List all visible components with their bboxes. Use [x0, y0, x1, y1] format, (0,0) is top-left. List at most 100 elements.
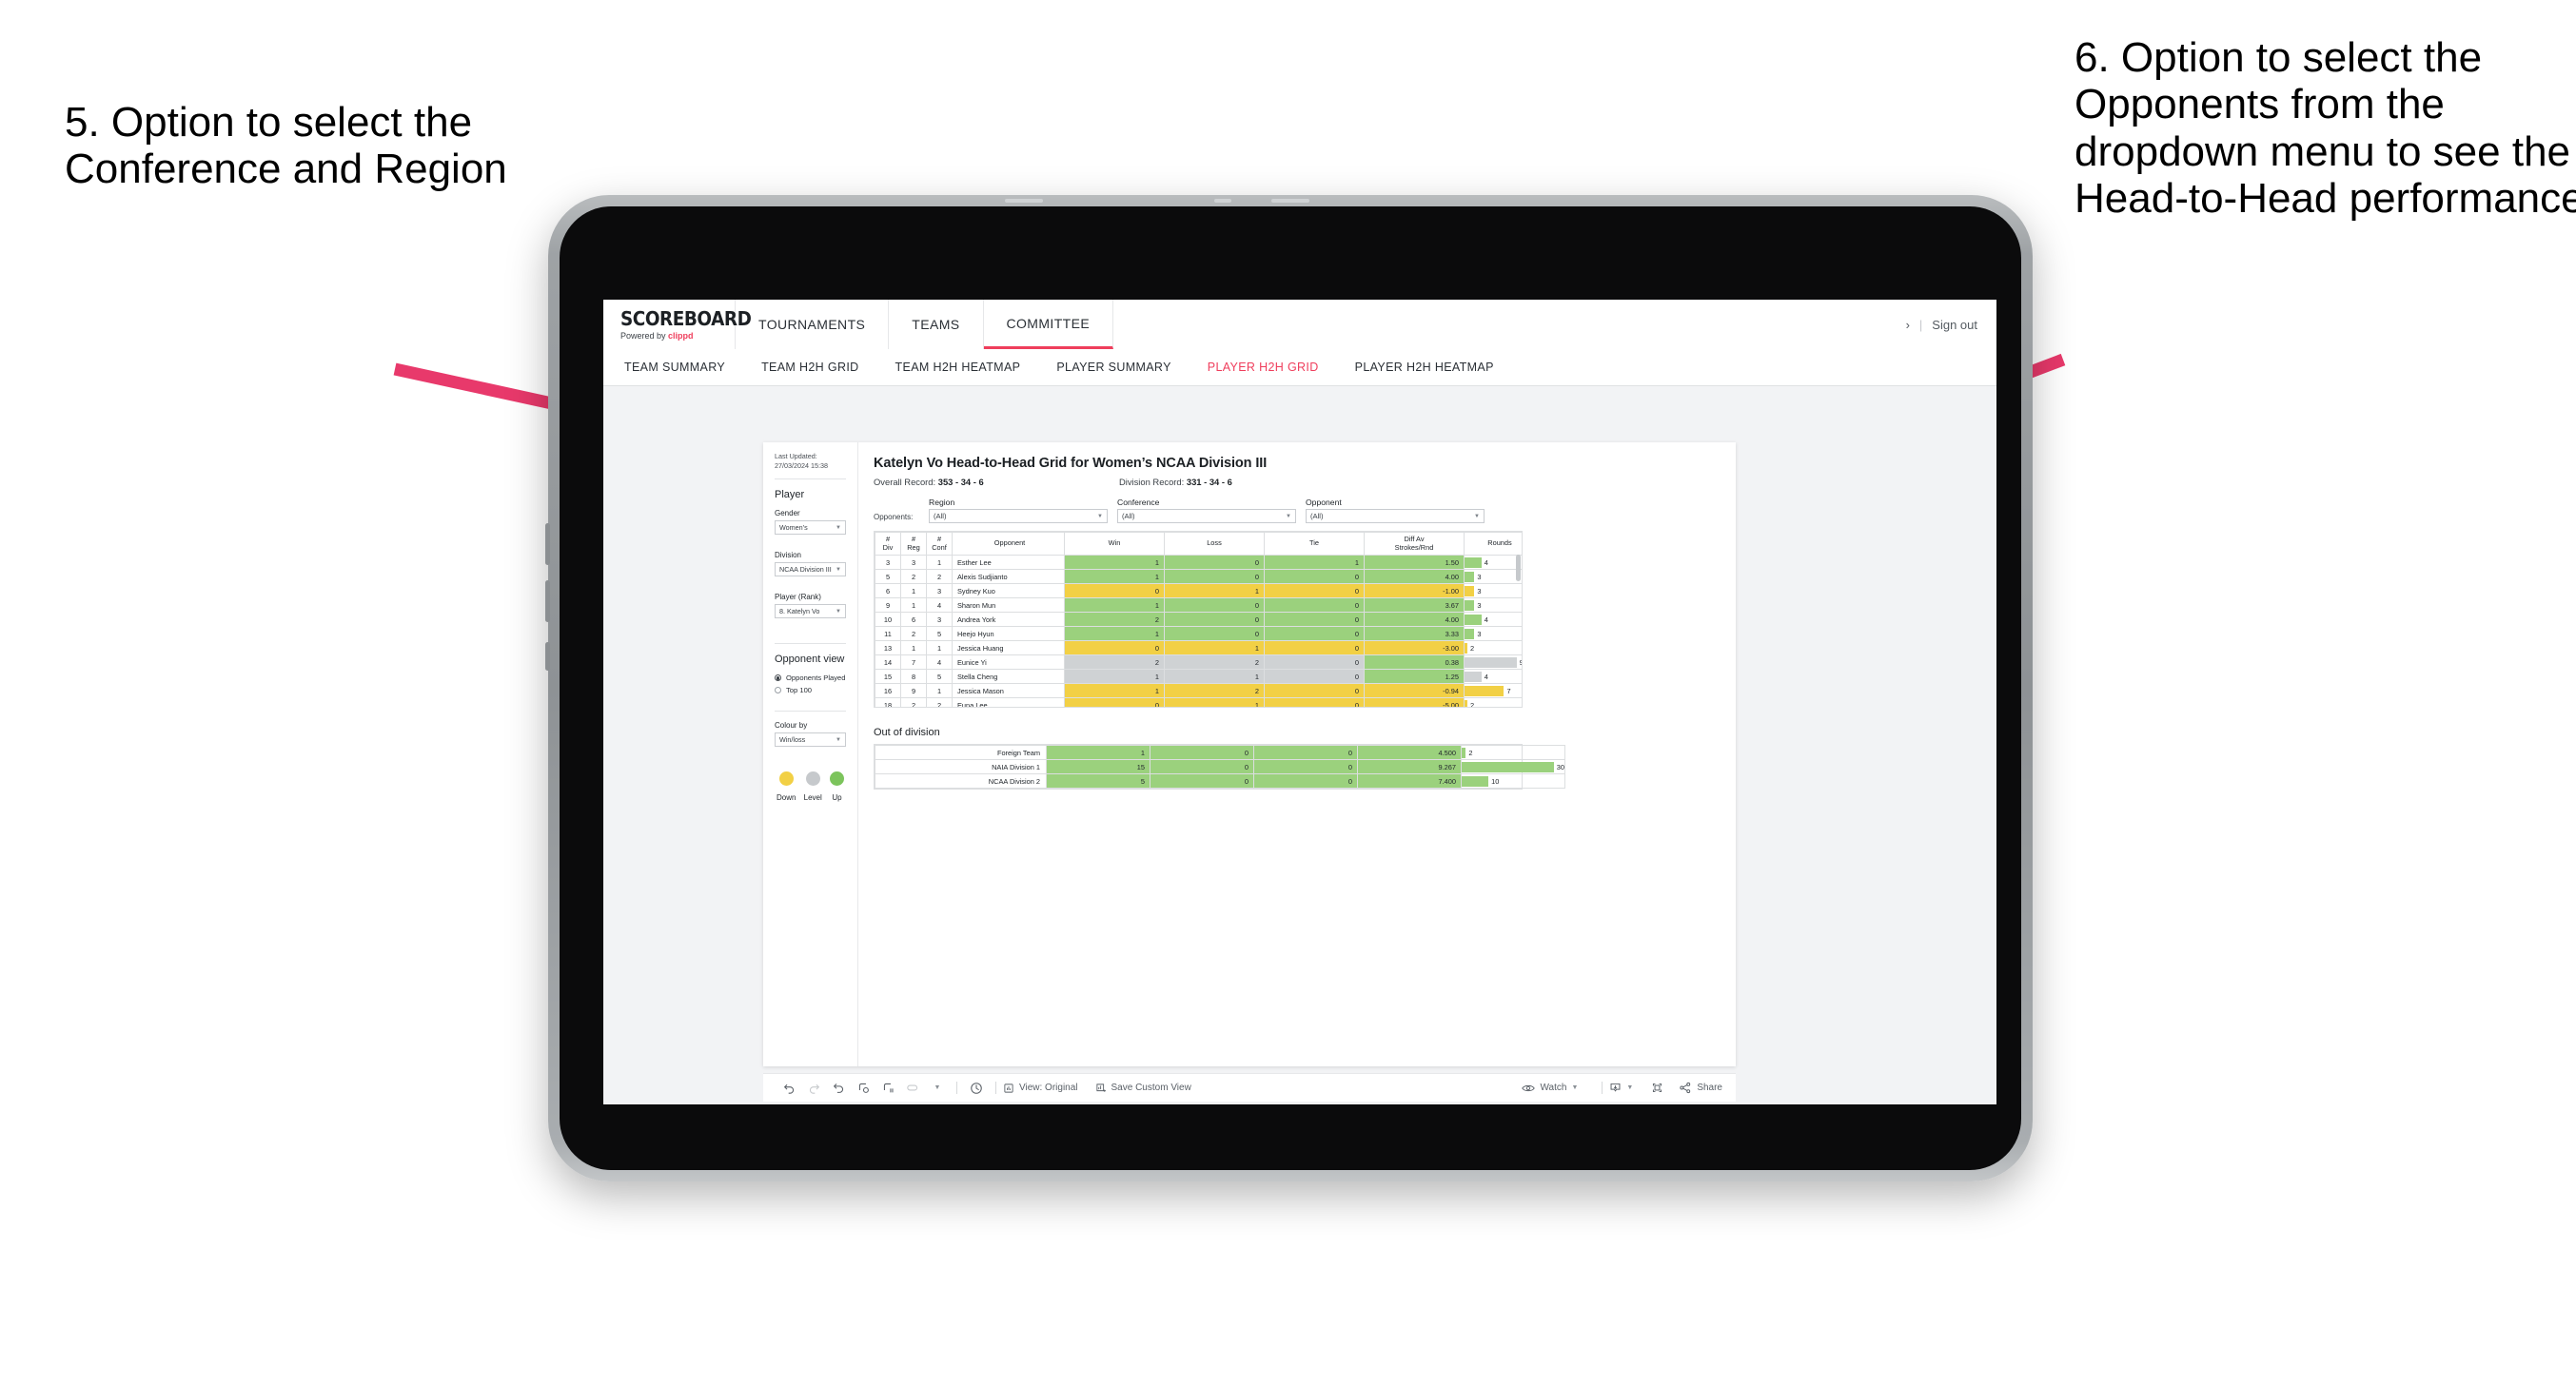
cell-loss: 1: [1164, 640, 1265, 656]
opponent-select[interactable]: (All) ▼: [1306, 509, 1485, 523]
fullscreen-icon[interactable]: [1644, 1082, 1669, 1094]
legend-label-up: Up: [832, 793, 842, 803]
cell-opponent: Euna Lee: [952, 697, 1065, 707]
table-row[interactable]: 18 2 2 Euna Lee 0 1 0 -5.00 2: [875, 697, 1522, 707]
table-row[interactable]: 10 6 3 Andrea York 2 0 0 4.00 4: [875, 612, 1522, 628]
nav-item-tournaments[interactable]: TOURNAMENTS: [736, 300, 890, 349]
cell-diff: 1.25: [1364, 669, 1465, 685]
cell-opponent: Heejo Hyun: [952, 626, 1065, 642]
cell-win: 1: [1064, 669, 1165, 685]
radio-opponents-played-label: Opponents Played: [786, 673, 846, 683]
table-row[interactable]: Foreign Team 1 0 0 4.500 2: [875, 745, 1565, 760]
last-updated-text: Last Updated: 27/03/2024 15:38: [775, 452, 828, 470]
table-row[interactable]: NCAA Division 2 5 0 0 7.400 10: [875, 773, 1565, 789]
conference-select[interactable]: (All) ▼: [1117, 509, 1296, 523]
cell-loss: 2: [1164, 683, 1265, 699]
sidebar-divider-2: [775, 643, 846, 645]
sub-navigation-tabs: TEAM SUMMARY TEAM H2H GRID TEAM H2H HEAT…: [603, 349, 1996, 386]
scoreboard-logo[interactable]: SCOREBOARD Powered by clippd: [603, 300, 752, 349]
topbar-separator: |: [1918, 317, 1923, 332]
table-row[interactable]: 15 8 5 Stella Cheng 1 1 0 1.25 4: [875, 669, 1522, 685]
cell-conf: 5: [926, 626, 953, 642]
refresh-icon[interactable]: [851, 1082, 875, 1094]
gender-value: Women’s: [779, 523, 808, 533]
cell-reg: 1: [900, 640, 927, 656]
filter-region-label: Region: [929, 498, 955, 507]
tab-team-h2h-heatmap[interactable]: TEAM H2H HEATMAP: [895, 361, 1021, 374]
cell-tie: 0: [1264, 640, 1365, 656]
colour-by-select[interactable]: Win/loss ▼: [775, 732, 846, 748]
logo-wordmark: SCOREBOARD: [620, 306, 752, 330]
cell-opponent: Jessica Mason: [952, 683, 1065, 699]
tab-player-summary[interactable]: PLAYER SUMMARY: [1056, 361, 1170, 374]
tab-team-summary[interactable]: TEAM SUMMARY: [624, 361, 725, 374]
view-original-button[interactable]: View: Original: [1003, 1083, 1078, 1094]
table-row[interactable]: 11 2 5 Heejo Hyun 1 0 0 3.33 3: [875, 626, 1522, 642]
table-row[interactable]: 9 1 4 Sharon Mun 1 0 0 3.67 3: [875, 597, 1522, 614]
save-custom-view-button[interactable]: Save Custom View: [1095, 1083, 1191, 1094]
table-row[interactable]: 1474Eunice Yi2200.389: [875, 654, 1522, 671]
download-button[interactable]: ▼: [1609, 1082, 1633, 1094]
col-diff: Diff Av Strokes/Rnd: [1364, 532, 1465, 556]
legend-swatch-level-icon: [805, 771, 820, 787]
watch-button[interactable]: Watch ▼: [1522, 1083, 1578, 1094]
cell-div: 14: [875, 654, 901, 671]
cell-tie: 0: [1253, 745, 1358, 760]
radio-opponents-played[interactable]: Opponents Played: [775, 673, 846, 682]
sidebar-divider-1: [775, 478, 846, 480]
table-row[interactable]: 5 2 2 Alexis Sudjianto 1 0 0 4.00 3: [875, 569, 1522, 585]
legend-label-level: Level: [803, 793, 822, 803]
out-of-division-heading: Out of division: [874, 727, 940, 738]
share-button[interactable]: Share: [1679, 1082, 1722, 1094]
power-button[interactable]: [545, 642, 550, 671]
col-reg: # Reg: [900, 532, 927, 556]
table-row[interactable]: 13 1 1 Jessica Huang 0 1 0 -3.00 2: [875, 640, 1522, 656]
chevron-down-icon: ▼: [1286, 513, 1291, 519]
cell-conf: 5: [926, 669, 953, 685]
chevron-down-icon: ▼: [1626, 1084, 1634, 1091]
tab-player-h2h-grid[interactable]: PLAYER H2H GRID: [1208, 361, 1319, 374]
radio-top-100[interactable]: Top 100: [775, 686, 846, 694]
table-scrollbar[interactable]: [1516, 555, 1521, 581]
cell-div: 15: [875, 669, 901, 685]
revert-icon[interactable]: [826, 1082, 851, 1094]
col-div: # Div: [875, 532, 901, 556]
division-select[interactable]: NCAA Division III ▼: [775, 562, 846, 577]
gender-select[interactable]: Women’s ▼: [775, 520, 846, 536]
cell-tie: 1: [1264, 555, 1365, 571]
player-rank-select[interactable]: 8. Katelyn Vo ▼: [775, 604, 846, 619]
nav-item-committee[interactable]: COMMITTEE: [983, 300, 1114, 349]
table-row[interactable]: NAIA Division 1 15 0 0 9.267 30: [875, 759, 1565, 774]
highlight-dropdown-icon[interactable]: ▼: [925, 1084, 950, 1091]
nav-item-teams[interactable]: TEAMS: [889, 300, 984, 349]
dashboard-card: Last Updated: 27/03/2024 15:38 Player Ge…: [763, 442, 1736, 1066]
sign-out-link[interactable]: Sign out: [1932, 318, 1977, 332]
highlight-icon[interactable]: [900, 1082, 925, 1094]
annotation-left: 5. Option to select the Conference and R…: [65, 99, 507, 193]
table-row[interactable]: 16 9 1 Jessica Mason 1 2 0 -0.94 7: [875, 683, 1522, 699]
undo-icon[interactable]: [777, 1082, 801, 1094]
cell-conf: 4: [926, 597, 953, 614]
tab-team-h2h-grid[interactable]: TEAM H2H GRID: [761, 361, 858, 374]
out-of-division-table: Foreign Team 1 0 0 4.500 2 NAIA Division 1 15 0 0…: [875, 745, 1565, 789]
redo-icon[interactable]: [801, 1082, 826, 1094]
volume-down-button[interactable]: [545, 580, 550, 622]
tab-player-h2h-heatmap[interactable]: PLAYER H2H HEATMAP: [1355, 361, 1494, 374]
main-panel: Katelyn Vo Head-to-Head Grid for Women’s…: [858, 442, 1736, 1066]
cell-reg: 2: [900, 569, 927, 585]
region-select[interactable]: (All) ▼: [929, 509, 1108, 523]
cell-diff: 4.00: [1364, 569, 1465, 585]
col-reg-l2: Reg: [907, 542, 920, 552]
division-value: NCAA Division III: [779, 565, 832, 575]
pause-auto-update-icon[interactable]: [964, 1082, 989, 1095]
pause-icon[interactable]: [875, 1082, 900, 1094]
cell-loss: 0: [1164, 612, 1265, 628]
sidebar-heading-opponent-view: Opponent view: [775, 654, 845, 666]
toolbar-divider-1: [956, 1082, 957, 1094]
volume-up-button[interactable]: [545, 523, 550, 565]
table-row[interactable]: 3 3 1 Esther Lee 1 0 1 1.50 4: [875, 555, 1522, 571]
table-row[interactable]: 6 1 3 Sydney Kuo 0 1 0 -1.00 3: [875, 583, 1522, 599]
cell-tie: 0: [1253, 773, 1358, 789]
chevron-right-icon[interactable]: ›: [1906, 318, 1910, 332]
cell-tie: 0: [1264, 597, 1365, 614]
